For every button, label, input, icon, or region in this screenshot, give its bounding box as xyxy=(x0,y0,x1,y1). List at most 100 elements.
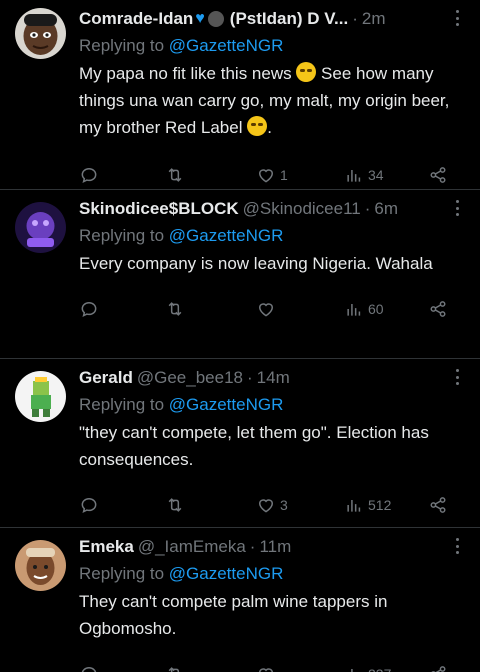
separator-dot: · xyxy=(364,199,371,218)
like-button[interactable] xyxy=(256,654,280,672)
reply-button[interactable] xyxy=(79,155,99,195)
reply-text: Every company is now leaving Nigeria. Wa… xyxy=(79,254,433,273)
reply-button[interactable] xyxy=(79,289,99,329)
timestamp[interactable]: 2m xyxy=(362,9,386,29)
reply-item[interactable]: Emeka @_IamEmeka · 11m Replying to @Gaze… xyxy=(0,528,480,672)
share-button[interactable] xyxy=(428,485,448,525)
timestamp[interactable]: 11m xyxy=(259,537,291,557)
reply-icon xyxy=(81,666,97,672)
gorilla-icon xyxy=(207,11,224,27)
user-handle[interactable]: @Skinodicee11 xyxy=(243,199,361,219)
replying-to: Replying to @GazetteNGR xyxy=(79,32,466,60)
views-button[interactable]: 34 xyxy=(344,155,384,195)
like-button[interactable]: 3 xyxy=(256,485,288,525)
heart-icon xyxy=(258,499,274,513)
share-button[interactable] xyxy=(428,654,448,672)
replying-label: Replying to xyxy=(79,395,165,414)
action-bar: 237 xyxy=(79,654,466,672)
share-button[interactable] xyxy=(428,155,448,195)
reply-text: "they can't compete, let them go". Elect… xyxy=(79,423,429,469)
action-bar: 3 512 xyxy=(79,485,466,525)
reply-icon xyxy=(81,497,97,514)
analytics-icon xyxy=(347,304,361,316)
separator-dot: · xyxy=(249,537,256,556)
reply-text: My papa no fit like this news See how ma… xyxy=(79,60,466,141)
separator-dot: · xyxy=(246,368,253,387)
like-count: 1 xyxy=(280,167,288,183)
replying-label: Replying to xyxy=(79,564,165,583)
more-options-icon[interactable] xyxy=(454,198,460,218)
user-handle[interactable]: @_IamEmeka xyxy=(138,537,246,557)
mention-link[interactable]: @GazetteNGR xyxy=(169,564,284,583)
reply-button[interactable] xyxy=(79,654,99,672)
view-count: 60 xyxy=(368,301,384,317)
replies-feed: Comrade-Idan ♥ (PstIdan) D V... · 2m Rep… xyxy=(0,0,480,672)
views-button[interactable]: 512 xyxy=(344,485,391,525)
avatar[interactable] xyxy=(15,371,66,422)
view-count: 512 xyxy=(368,497,392,513)
more-options-icon[interactable] xyxy=(454,536,460,556)
mention-link[interactable]: @GazetteNGR xyxy=(169,36,284,55)
crying-face-icon xyxy=(247,116,268,136)
avatar[interactable] xyxy=(15,8,66,59)
replying-to: Replying to @GazetteNGR xyxy=(79,560,466,588)
retweet-icon xyxy=(168,168,182,182)
reply-icon xyxy=(81,301,97,318)
timestamp[interactable]: 14m xyxy=(257,368,290,388)
separator-dot: · xyxy=(352,9,358,28)
blue-heart-icon: ♥ xyxy=(195,10,205,27)
reply-text-part: My papa no fit like this news xyxy=(79,64,297,83)
replying-label: Replying to xyxy=(79,36,165,55)
reply-text-part: . xyxy=(267,118,272,137)
analytics-icon xyxy=(347,170,361,182)
retweet-icon xyxy=(168,302,182,316)
timestamp[interactable]: 6m xyxy=(374,199,398,219)
share-icon xyxy=(430,301,446,317)
reply-header: Comrade-Idan ♥ (PstIdan) D V... · 2m xyxy=(79,6,466,32)
like-button[interactable] xyxy=(256,289,280,329)
display-name[interactable]: Comrade-Idan xyxy=(79,9,193,29)
analytics-icon xyxy=(351,669,353,672)
views-button[interactable]: 237 xyxy=(344,654,391,672)
replying-to: Replying to @GazetteNGR xyxy=(79,222,466,250)
view-count: 34 xyxy=(368,167,384,183)
reply-item[interactable]: Gerald @Gee_bee18 · 14m Replying to @Gaz… xyxy=(0,359,480,528)
avatar[interactable] xyxy=(15,202,66,253)
more-options-icon[interactable] xyxy=(454,367,460,387)
share-button[interactable] xyxy=(428,289,448,329)
retweet-icon xyxy=(168,667,180,672)
user-handle[interactable]: @Gee_bee18 xyxy=(137,368,243,388)
reply-item[interactable]: Skinodicee$BLOCK @Skinodicee11 · 6m Repl… xyxy=(0,190,480,359)
avatar[interactable] xyxy=(15,540,66,591)
display-name[interactable]: Gerald xyxy=(79,368,133,388)
mention-link[interactable]: @GazetteNGR xyxy=(169,395,284,414)
retweet-button[interactable] xyxy=(165,654,185,672)
heart-icon xyxy=(258,303,274,317)
display-name[interactable]: Emeka xyxy=(79,537,134,557)
action-bar: 60 xyxy=(79,289,466,329)
reply-header: Gerald @Gee_bee18 · 14m xyxy=(79,365,466,391)
retweet-button[interactable] xyxy=(165,485,185,525)
retweet-button[interactable] xyxy=(165,155,185,195)
reply-header: Skinodicee$BLOCK @Skinodicee11 · 6m xyxy=(79,196,466,222)
reply-text: They can't compete palm wine tappers in … xyxy=(79,592,388,638)
reply-item[interactable]: Comrade-Idan ♥ (PstIdan) D V... · 2m Rep… xyxy=(0,0,480,190)
crying-face-icon xyxy=(296,62,317,82)
reply-header: Emeka @_IamEmeka · 11m xyxy=(79,534,466,560)
reply-icon xyxy=(81,167,97,184)
display-name-suffix[interactable]: (PstIdan) D V... xyxy=(230,9,348,29)
reply-button[interactable] xyxy=(79,485,99,525)
views-button[interactable]: 60 xyxy=(344,289,384,329)
analytics-icon xyxy=(347,500,361,512)
share-icon xyxy=(430,167,446,183)
like-button[interactable]: 1 xyxy=(256,155,288,195)
replying-to: Replying to @GazetteNGR xyxy=(79,391,466,419)
action-bar: 1 34 xyxy=(79,155,466,195)
more-options-icon[interactable] xyxy=(454,8,460,28)
view-count: 237 xyxy=(368,666,391,672)
display-name[interactable]: Skinodicee$BLOCK xyxy=(79,199,239,219)
share-icon xyxy=(431,666,446,672)
retweet-icon xyxy=(168,498,182,512)
mention-link[interactable]: @GazetteNGR xyxy=(169,226,284,245)
retweet-button[interactable] xyxy=(165,289,185,329)
